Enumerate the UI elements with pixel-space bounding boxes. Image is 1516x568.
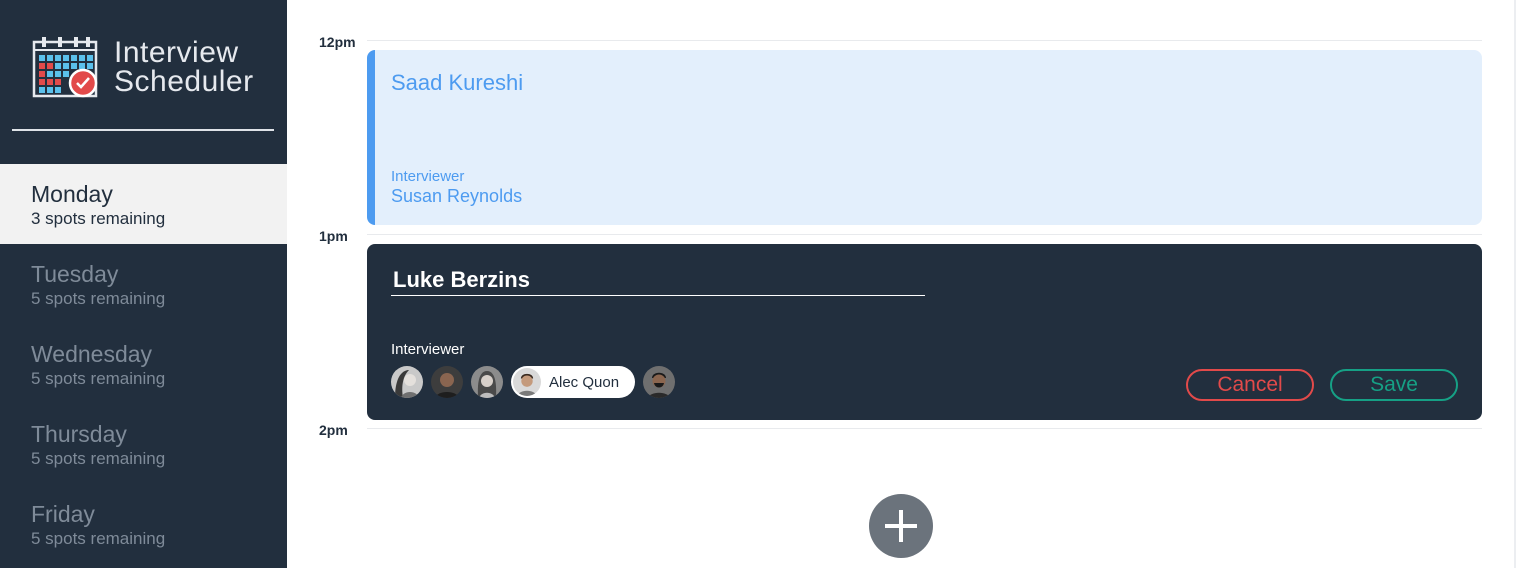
calendar-check-icon (32, 36, 98, 98)
add-appointment-button[interactable] (869, 494, 933, 558)
day-spots: 5 spots remaining (31, 529, 166, 548)
day-item-wednesday[interactable]: Wednesday 5 spots remaining (0, 324, 287, 404)
day-item-tuesday[interactable]: Tuesday 5 spots remaining (0, 244, 287, 324)
hour-divider (367, 234, 1482, 235)
sidebar: Interview Scheduler Monday 3 spots remai… (0, 0, 287, 568)
interviewer-avatar[interactable] (471, 366, 503, 398)
day-spots: 5 spots remaining (31, 449, 166, 468)
schedule: 12pm Saad Kureshi Interviewer Susan Reyn… (287, 0, 1516, 568)
time-label-2pm: 2pm (319, 422, 348, 438)
interviewer-avatar[interactable] (643, 366, 676, 398)
student-name: Saad Kureshi (391, 70, 524, 95)
brand: Interview Scheduler (32, 36, 287, 98)
day-item-thursday[interactable]: Thursday 5 spots remaining (0, 404, 287, 484)
interviewer-label: Interviewer (391, 341, 465, 358)
day-spots: 5 spots remaining (31, 289, 166, 308)
day-name: Thursday (31, 421, 127, 447)
day-list: Monday 3 spots remaining Tuesday 5 spots… (0, 164, 287, 564)
appointment-form: Interviewer Alec Quon Cancel Save (367, 244, 1482, 420)
day-name: Wednesday (31, 341, 153, 367)
appointment-card[interactable]: Saad Kureshi Interviewer Susan Reynolds (367, 50, 1482, 225)
time-label-12pm: 12pm (319, 34, 356, 50)
day-name: Friday (31, 501, 95, 527)
interviewer-label: Interviewer (391, 168, 465, 185)
interviewer-avatar (513, 368, 541, 396)
student-name-input[interactable] (391, 264, 925, 296)
interviewer-name: Susan Reynolds (391, 186, 523, 206)
app-title: Interview Scheduler (114, 36, 254, 98)
day-item-friday[interactable]: Friday 5 spots remaining (0, 484, 287, 564)
save-button[interactable]: Save (1330, 369, 1458, 401)
interviewer-avatar[interactable] (391, 366, 423, 398)
hour-divider (367, 428, 1482, 429)
day-spots: 3 spots remaining (31, 209, 166, 228)
interviewer-avatar[interactable] (431, 366, 463, 398)
day-name: Tuesday (31, 261, 119, 287)
day-spots: 5 spots remaining (31, 369, 166, 388)
hour-divider (367, 40, 1482, 41)
day-name: Monday (31, 181, 113, 207)
cancel-button[interactable]: Cancel (1186, 369, 1314, 401)
selected-interviewer-name: Alec Quon (549, 373, 620, 391)
sidebar-divider (12, 129, 274, 131)
time-label-1pm: 1pm (319, 228, 348, 244)
day-item-monday[interactable]: Monday 3 spots remaining (0, 164, 287, 244)
interviewer-list: Alec Quon (391, 366, 683, 398)
selected-interviewer[interactable]: Alec Quon (511, 366, 636, 398)
